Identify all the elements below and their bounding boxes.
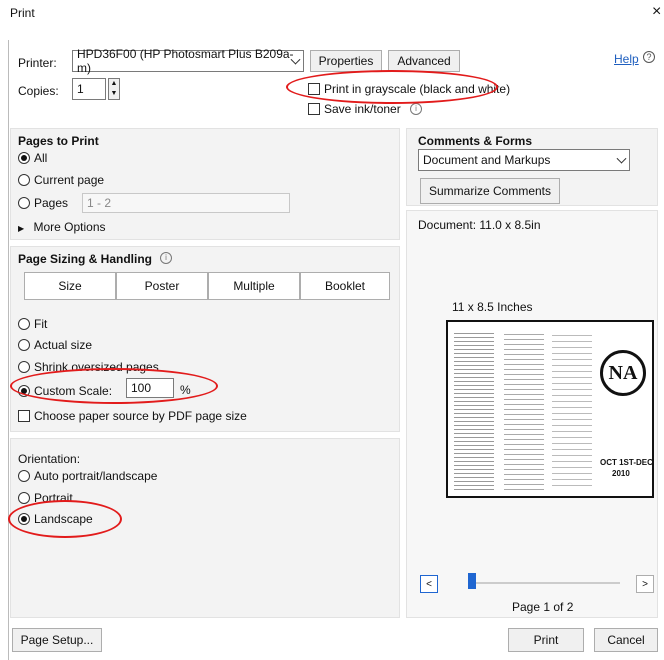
chevron-down-icon [616,153,627,164]
all-label: All [34,151,48,165]
na-logo: NA [600,350,646,396]
annotation-circle-grayscale [286,70,498,104]
cancel-button[interactable]: Cancel [594,628,658,652]
copies-stepper[interactable]: ▲ ▼ [108,78,120,100]
fit-label: Fit [34,317,48,331]
document-size-label: Document: 11.0 x 8.5in [418,218,541,232]
actual-size-label: Actual size [34,338,93,352]
info-icon[interactable]: i [410,103,422,115]
page-sizing-heading: Page Sizing & Handling [18,252,153,266]
help-link[interactable]: Help [614,52,639,66]
page-slider-track[interactable] [470,582,620,584]
copies-value: 1 [77,82,84,96]
multiple-button[interactable]: Multiple [208,272,300,300]
preview-size-label: 11 x 8.5 Inches [452,300,533,314]
printer-select[interactable]: HPD36F00 (HP Photosmart Plus B209a-m) [72,47,304,75]
orientation-heading: Orientation: [18,452,81,466]
current-page-label: Current page [34,173,105,187]
pages-label: Pages [34,196,69,210]
all-radio[interactable] [18,152,30,164]
page-sizing-info-icon[interactable]: i [160,252,172,264]
triangle-right-icon: ▶ [18,224,25,233]
annotation-circle-landscape [8,500,122,538]
pages-radio[interactable] [18,197,30,209]
comments-heading: Comments & Forms [418,134,533,148]
save-ink-label: Save ink/toner [324,102,401,116]
pages-range-input[interactable]: 1 - 2 [82,193,290,213]
preview-text-block-3 [552,330,592,490]
preview-text-block-2 [504,330,544,490]
summarize-comments-button[interactable]: Summarize Comments [420,178,560,204]
portrait-radio[interactable] [18,492,30,504]
booklet-button[interactable]: Booklet [300,272,390,300]
current-page-radio[interactable] [18,174,30,186]
page-indicator: Page 1 of 2 [512,600,574,614]
more-options-label: More Options [33,220,106,234]
printer-label: Printer: [18,56,57,70]
print-button[interactable]: Print [508,628,584,652]
annotation-circle-custom-scale [10,368,218,404]
comments-select[interactable]: Document and Markups [418,149,630,171]
fit-radio[interactable] [18,318,30,330]
paper-source-checkbox[interactable] [18,410,30,422]
preview-text-block-1 [454,330,494,490]
save-ink-checkbox[interactable] [308,103,320,115]
comments-value: Document and Markups [423,153,551,167]
paper-source-label: Choose paper source by PDF page size [34,409,247,423]
properties-button[interactable]: Properties [310,50,382,72]
printer-value: HPD36F00 (HP Photosmart Plus B209a-m) [77,47,294,75]
close-icon[interactable]: × [652,3,661,21]
actual-size-radio[interactable] [18,339,30,351]
auto-orientation-label: Auto portrait/landscape [34,469,158,483]
copies-input[interactable]: 1 [72,78,106,100]
shrink-radio[interactable] [18,361,30,373]
window-title: Print [10,6,35,20]
next-page-button[interactable]: > [636,575,654,593]
poster-button[interactable]: Poster [116,272,208,300]
size-button[interactable]: Size [24,272,116,300]
advanced-button[interactable]: Advanced [388,50,460,72]
page-preview: NA OCT 1ST-DEC 2010 [446,320,654,498]
pages-to-print-heading: Pages to Print [18,134,99,148]
preview-dates: OCT 1ST-DEC [600,458,653,467]
preview-year: 2010 [612,469,630,478]
page-setup-button[interactable]: Page Setup... [12,628,102,652]
copies-label: Copies: [18,84,59,98]
help-icon[interactable]: ? [643,51,655,63]
left-edge-line [8,40,9,660]
prev-page-button[interactable]: < [420,575,438,593]
page-slider-thumb[interactable] [468,573,476,589]
auto-orientation-radio[interactable] [18,470,30,482]
more-options-toggle[interactable]: ▶ More Options [18,220,106,234]
